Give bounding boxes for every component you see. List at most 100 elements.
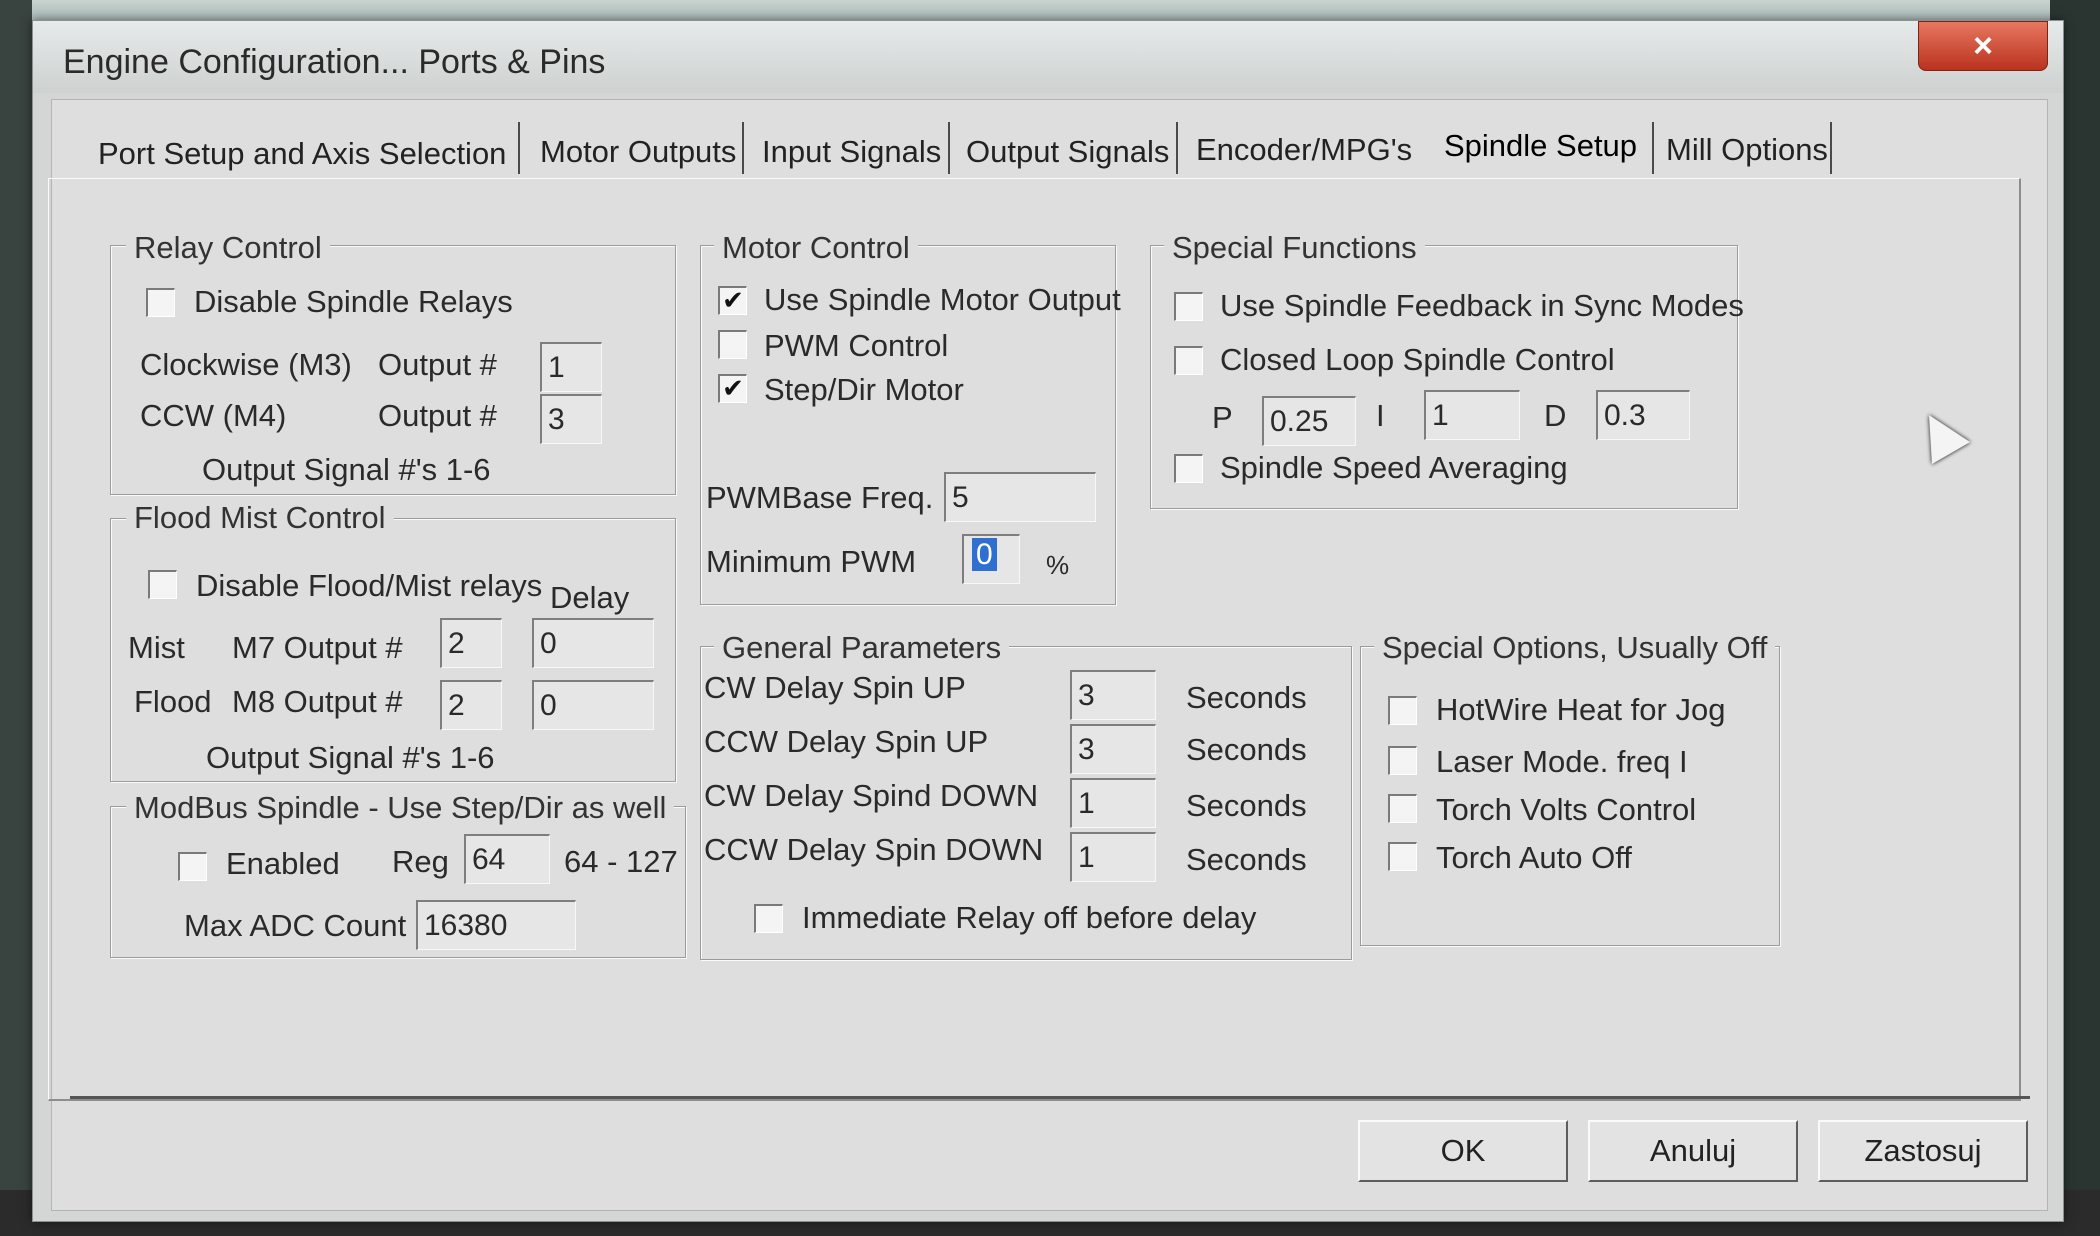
p-label: P xyxy=(1212,400,1233,435)
reg-label: Reg xyxy=(392,844,449,879)
max-adc-label: Max ADC Count xyxy=(184,908,407,943)
d-label: D xyxy=(1544,398,1567,433)
closed-loop-label: Closed Loop Spindle Control xyxy=(1220,342,1615,377)
torch-auto-off-checkbox[interactable] xyxy=(1388,842,1417,871)
closed-loop-checkbox[interactable] xyxy=(1174,346,1203,375)
ccw-delay-spin-up-field[interactable] xyxy=(1070,724,1156,774)
flood-output-label: M8 Output # xyxy=(232,684,403,719)
tab-port-setup[interactable]: Port Setup and Axis Selection xyxy=(98,136,506,172)
torch-volts-label: Torch Volts Control xyxy=(1436,792,1697,827)
tab-spindle-setup[interactable]: Spindle Setup xyxy=(1444,128,1637,164)
immediate-relay-checkbox[interactable] xyxy=(754,904,783,933)
disable-flood-mist-label: Disable Flood/Mist relays xyxy=(196,568,543,603)
cw-delay-spin-down-label: CW Delay Spind DOWN xyxy=(704,778,1039,813)
tab-mill-options[interactable]: Mill Options xyxy=(1666,132,1828,168)
mist-delay-field[interactable] xyxy=(532,618,654,668)
tab-output-signals[interactable]: Output Signals xyxy=(966,134,1169,170)
mist-output-label: M7 Output # xyxy=(232,630,403,665)
special-options-legend: Special Options, Usually Off xyxy=(1374,630,1776,666)
relay-control-legend: Relay Control xyxy=(126,230,330,266)
flood-mist-legend: Flood Mist Control xyxy=(126,500,394,536)
clockwise-label: Clockwise (M3) xyxy=(140,347,352,382)
delay-label: Delay xyxy=(550,580,630,615)
use-spindle-motor-checkbox[interactable]: ✔ xyxy=(718,286,747,315)
reg-field[interactable] xyxy=(464,834,550,884)
pwm-base-freq-label: PWMBase Freq. xyxy=(706,480,934,515)
laser-mode-label: Laser Mode. freq I xyxy=(1436,744,1688,779)
button-separator xyxy=(70,1096,2030,1099)
apply-button[interactable]: Zastosuj xyxy=(1818,1120,2028,1182)
cw-delay-spin-down-field[interactable] xyxy=(1070,778,1156,828)
immediate-relay-label: Immediate Relay off before delay xyxy=(802,900,1257,935)
step-dir-motor-label: Step/Dir Motor xyxy=(764,372,964,407)
seconds-label: Seconds xyxy=(1186,732,1307,767)
torch-volts-checkbox[interactable] xyxy=(1388,794,1417,823)
percent-label: % xyxy=(1046,550,1070,580)
minimum-pwm-field[interactable]: 0 xyxy=(962,534,1020,584)
ccw-delay-spin-down-field[interactable] xyxy=(1070,832,1156,882)
disable-flood-mist-checkbox[interactable] xyxy=(148,570,177,599)
pwm-base-freq-field[interactable] xyxy=(944,472,1096,522)
pwm-control-checkbox[interactable] xyxy=(718,330,747,359)
speed-averaging-checkbox[interactable] xyxy=(1174,454,1203,483)
cw-output-field[interactable] xyxy=(540,342,602,392)
p-field[interactable] xyxy=(1262,396,1356,446)
tab-motor-outputs[interactable]: Motor Outputs xyxy=(540,134,736,170)
step-dir-motor-checkbox[interactable]: ✔ xyxy=(718,374,747,403)
reg-range-label: 64 - 127 xyxy=(564,844,678,879)
mist-label: Mist xyxy=(128,630,185,665)
torch-auto-off-label: Torch Auto Off xyxy=(1436,840,1632,875)
special-functions-legend: Special Functions xyxy=(1164,230,1425,266)
ccw-delay-spin-down-label: CCW Delay Spin DOWN xyxy=(704,832,1044,867)
modbus-enabled-label: Enabled xyxy=(226,846,340,881)
i-field[interactable] xyxy=(1424,390,1520,440)
ok-button[interactable]: OK xyxy=(1358,1120,1568,1182)
seconds-label: Seconds xyxy=(1186,788,1307,823)
window-title: Engine Configuration... Ports & Pins xyxy=(63,43,606,81)
background-app-left xyxy=(0,0,32,1236)
tab-separator xyxy=(1830,122,1832,174)
general-parameters-legend: General Parameters xyxy=(714,630,1010,666)
flood-output-signal-note: Output Signal #'s 1-6 xyxy=(206,740,495,775)
disable-spindle-relays-checkbox[interactable] xyxy=(146,288,175,317)
ccw-output-field[interactable] xyxy=(540,394,602,444)
hotwire-heat-label: HotWire Heat for Jog xyxy=(1436,692,1726,727)
ccw-label: CCW (M4) xyxy=(140,398,287,433)
hotwire-heat-checkbox[interactable] xyxy=(1388,696,1417,725)
tab-separator xyxy=(1652,122,1654,174)
i-label: I xyxy=(1376,398,1385,433)
mist-output-field[interactable] xyxy=(440,618,502,668)
cancel-button[interactable]: Anuluj xyxy=(1588,1120,1798,1182)
cw-delay-spin-up-label: CW Delay Spin UP xyxy=(704,670,966,705)
relay-output-signal-note: Output Signal #'s 1-6 xyxy=(202,452,491,487)
modbus-legend: ModBus Spindle - Use Step/Dir as well xyxy=(126,790,675,826)
close-icon[interactable]: × xyxy=(1918,21,2048,71)
spindle-feedback-label: Use Spindle Feedback in Sync Modes xyxy=(1220,288,1744,323)
pwm-control-label: PWM Control xyxy=(764,328,949,363)
minimum-pwm-label: Minimum PWM xyxy=(706,544,917,579)
tab-separator xyxy=(742,122,744,174)
tab-separator xyxy=(518,122,520,174)
ccw-output-label: Output # xyxy=(378,398,497,433)
seconds-label: Seconds xyxy=(1186,680,1307,715)
modbus-enabled-checkbox[interactable] xyxy=(178,852,207,881)
flood-delay-field[interactable] xyxy=(532,680,654,730)
d-field[interactable] xyxy=(1596,390,1690,440)
minimum-pwm-selected-text: 0 xyxy=(972,538,997,571)
tab-encoder-mpg[interactable]: Encoder/MPG's xyxy=(1196,132,1412,168)
tab-separator xyxy=(948,122,950,174)
flood-output-field[interactable] xyxy=(440,680,502,730)
speed-averaging-label: Spindle Speed Averaging xyxy=(1220,450,1568,485)
ccw-delay-spin-up-label: CCW Delay Spin UP xyxy=(704,724,989,759)
max-adc-field[interactable] xyxy=(416,900,576,950)
disable-spindle-relays-label: Disable Spindle Relays xyxy=(194,284,513,319)
tab-input-signals[interactable]: Input Signals xyxy=(762,134,941,170)
seconds-label: Seconds xyxy=(1186,842,1307,877)
cw-delay-spin-up-field[interactable] xyxy=(1070,670,1156,720)
laser-mode-checkbox[interactable] xyxy=(1388,746,1417,775)
spindle-feedback-checkbox[interactable] xyxy=(1174,292,1203,321)
tab-separator xyxy=(1176,122,1178,174)
motor-control-legend: Motor Control xyxy=(714,230,918,266)
title-bar[interactable]: Engine Configuration... Ports & Pins × xyxy=(33,21,2063,93)
flood-label: Flood xyxy=(134,684,212,719)
